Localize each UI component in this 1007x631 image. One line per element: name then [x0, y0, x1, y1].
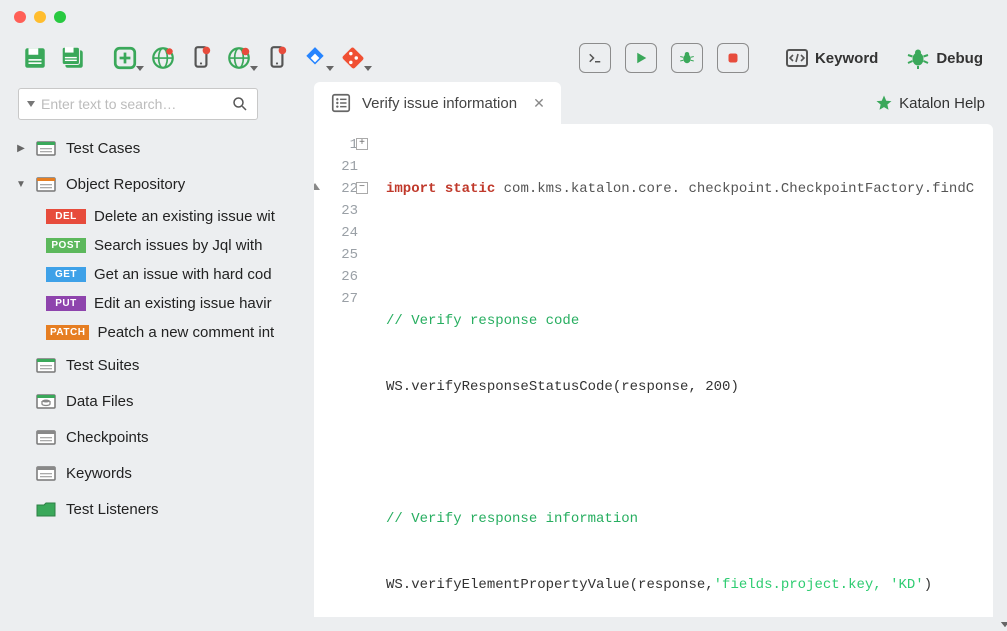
- tree-label: Get an issue with hard cod: [94, 266, 272, 283]
- tree-label: Data Files: [66, 393, 134, 410]
- star-icon: [875, 94, 893, 112]
- tree-item-test-cases[interactable]: ▶ Test Cases: [14, 130, 300, 166]
- new-button[interactable]: [108, 41, 142, 75]
- http-method-badge: PATCH: [46, 325, 89, 340]
- minimize-window-icon[interactable]: [34, 11, 46, 23]
- app-window: Keyword Debug ▶ Test Cases: [0, 0, 1007, 631]
- tree-label: Peatch a new comment int: [97, 324, 274, 341]
- folder-icon: [34, 353, 58, 377]
- toolbar: Keyword Debug: [0, 34, 1007, 82]
- tree-label: Checkpoints: [66, 429, 149, 446]
- search-icon: [231, 95, 249, 113]
- folder-icon: [34, 172, 58, 196]
- katalon-help-label: Katalon Help: [899, 95, 985, 112]
- fold-icon[interactable]: −: [356, 182, 368, 194]
- maximize-window-icon[interactable]: [54, 11, 66, 23]
- code-text: WS.verifyResponseStatusCode(response, 20…: [386, 379, 739, 395]
- keyword-mode-label: Keyword: [815, 50, 878, 67]
- save-all-button[interactable]: [56, 41, 90, 75]
- http-method-badge: PUT: [46, 296, 86, 311]
- code-keyword: import: [386, 181, 436, 197]
- titlebar: [0, 0, 1007, 34]
- marker-icon: [314, 183, 320, 190]
- tree-item-request[interactable]: PATCH Peatch a new comment int: [14, 318, 300, 347]
- search-filter-dropdown-icon[interactable]: [27, 101, 35, 107]
- close-window-icon[interactable]: [14, 11, 26, 23]
- code-comment: // Verify response code: [386, 313, 579, 329]
- code-keyword: static: [445, 181, 495, 197]
- debug-button[interactable]: [671, 43, 703, 73]
- main-panel: Verify issue information ✕ Katalon Help …: [314, 82, 993, 617]
- tree-item-keywords[interactable]: Keywords: [14, 455, 300, 491]
- stop-button[interactable]: [717, 43, 749, 73]
- expand-icon[interactable]: ▶: [16, 143, 26, 154]
- record-mobile-button[interactable]: [260, 41, 294, 75]
- git-button[interactable]: [336, 41, 370, 75]
- tree-item-request[interactable]: PUT Edit an existing issue havir: [14, 289, 300, 318]
- tree-label: Test Listeners: [66, 501, 159, 518]
- search-field[interactable]: [41, 96, 225, 112]
- tree-label: Edit an existing issue havir: [94, 295, 272, 312]
- code-text: com.kms.katalon.core. checkpoint.Checkpo…: [495, 181, 974, 197]
- debug-mode-label: Debug: [936, 50, 983, 67]
- code-editor[interactable]: 1+ 21 22− 23 24 25 26 27 import static c…: [314, 124, 993, 617]
- tree-label: Test Suites: [66, 357, 139, 374]
- katalon-help-button[interactable]: Katalon Help: [875, 94, 985, 112]
- tree-item-object-repository[interactable]: ▼ Object Repository: [14, 166, 300, 202]
- http-method-badge: POST: [46, 238, 86, 253]
- tree-item-request[interactable]: POST Search issues by Jql with: [14, 231, 300, 260]
- code-string: 'fields.project.key, 'KD': [714, 577, 924, 593]
- folder-icon: [34, 136, 58, 160]
- save-button[interactable]: [18, 41, 52, 75]
- record-web-button[interactable]: [222, 41, 256, 75]
- keyword-mode-button[interactable]: Keyword: [779, 46, 884, 70]
- folder-icon: [34, 425, 58, 449]
- collapse-icon[interactable]: ▼: [16, 179, 26, 190]
- spy-mobile-button[interactable]: [184, 41, 218, 75]
- spy-web-button[interactable]: [146, 41, 180, 75]
- code-comment: // Verify response information: [386, 511, 638, 527]
- fold-icon[interactable]: +: [356, 138, 368, 150]
- tree-item-data-files[interactable]: Data Files: [14, 383, 300, 419]
- code-text: WS.verifyElementPropertyValue(response,: [386, 577, 714, 593]
- tree-label: Test Cases: [66, 140, 140, 157]
- tree-item-checkpoints[interactable]: Checkpoints: [14, 419, 300, 455]
- tree-item-request[interactable]: GET Get an issue with hard cod: [14, 260, 300, 289]
- http-method-badge: DEL: [46, 209, 86, 224]
- http-method-badge: GET: [46, 267, 86, 282]
- tree-item-request[interactable]: DEL Delete an existing issue wit: [14, 202, 300, 231]
- folder-icon: [34, 389, 58, 413]
- tab-title: Verify issue information: [362, 95, 517, 112]
- line-gutter: 1+ 21 22− 23 24 25 26 27: [314, 134, 364, 617]
- tree-label: Keywords: [66, 465, 132, 482]
- tree-label: Search issues by Jql with: [94, 237, 262, 254]
- search-input[interactable]: [18, 88, 258, 120]
- run-button[interactable]: [625, 43, 657, 73]
- editor-tab[interactable]: Verify issue information ✕: [314, 82, 561, 124]
- sidebar: ▶ Test Cases ▼ Object Repository DEL Dele…: [14, 82, 300, 617]
- folder-icon: [34, 497, 58, 521]
- jira-button[interactable]: [298, 41, 332, 75]
- tree-item-test-suites[interactable]: Test Suites: [14, 347, 300, 383]
- folder-icon: [34, 461, 58, 485]
- debug-mode-button[interactable]: Debug: [900, 46, 989, 70]
- close-tab-icon[interactable]: ✕: [533, 95, 545, 112]
- tree-label: Delete an existing issue wit: [94, 208, 275, 225]
- tree-label: Object Repository: [66, 176, 185, 193]
- code-text: ): [924, 577, 932, 593]
- tree-item-test-listeners[interactable]: Test Listeners: [14, 491, 300, 527]
- test-case-icon: [330, 92, 352, 114]
- terminal-button[interactable]: [579, 43, 611, 73]
